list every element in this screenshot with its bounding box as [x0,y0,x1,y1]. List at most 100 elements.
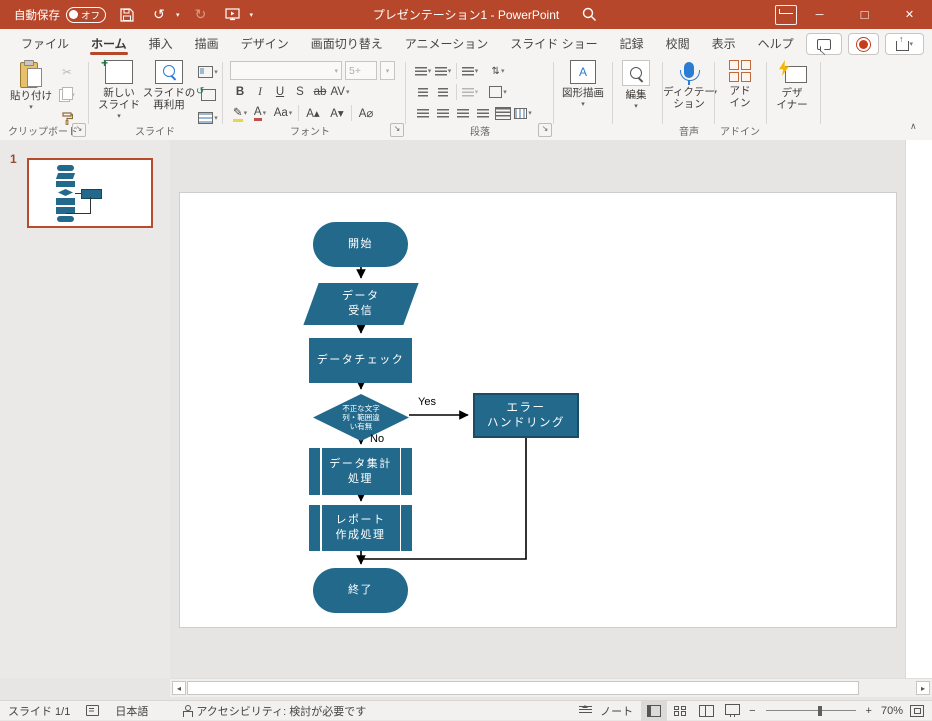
slide-layout-button[interactable]: ▾ [198,63,218,81]
tab-insert[interactable]: 挿入 [138,29,184,57]
change-case-button[interactable]: Aa▾ [270,104,296,122]
tab-transitions[interactable]: 画面切り替え [300,29,394,57]
decrease-font-size-button[interactable]: A▾ [325,104,349,122]
fit-to-window-button[interactable] [908,701,932,721]
tab-view[interactable]: 表示 [701,29,747,57]
tab-home[interactable]: ホーム [80,29,138,57]
font-name-combobox: ▾ [230,61,342,80]
slideshow-view-button[interactable] [719,701,745,721]
text-direction-button[interactable]: ⇅▾ [488,62,508,80]
highlighter-button[interactable]: ✎▾ [230,104,250,122]
slides-group-label: スライド [100,123,210,138]
save-icon[interactable] [116,5,138,25]
slide-canvas[interactable]: 開始 データ 受信 データチェック 不正な文字 列・範囲違 い有無 エラー ハン… [180,193,896,627]
align-center-button[interactable] [433,104,453,122]
character-spacing-button[interactable]: AV▾ [330,83,350,101]
align-text-button[interactable]: ▾ [488,83,508,101]
bold-button[interactable]: B [230,83,250,101]
autosave-toggle[interactable]: 自動保存 オフ [14,7,106,23]
normal-view-button[interactable] [641,701,667,721]
paragraph-dialog-launcher[interactable]: ↘ [538,123,552,137]
search-icon[interactable] [582,7,597,25]
tab-draw[interactable]: 描画 [184,29,230,57]
numbering-button[interactable]: ▾ [433,62,453,80]
close-button[interactable]: ✕ [887,0,932,29]
tab-record[interactable]: 記録 [609,29,655,57]
slide-thumbnail[interactable] [27,158,153,228]
display-settings-button[interactable] [78,701,107,721]
zoom-slider[interactable] [766,710,856,712]
quick-access-chevron-icon[interactable]: ▾ [250,11,254,19]
underline-button[interactable]: U [270,83,290,101]
shape-drawing-button[interactable]: A 図形描画 ▾ [557,60,609,108]
flowchart-error-node[interactable]: エラー ハンドリング [473,393,579,438]
ribbon-display-options-icon[interactable] [775,5,797,25]
tab-animations[interactable]: アニメーション [394,29,500,57]
dictation-button[interactable]: ディクテー ション ▾ [663,60,715,110]
addins-button[interactable]: アド イン [716,60,764,109]
reuse-slides-button[interactable]: スライドの 再利用 [140,60,198,111]
undo-chevron-icon[interactable]: ▾ [176,11,180,19]
designer-button[interactable]: デザ イナー [768,60,816,111]
scroll-left-button[interactable]: ◂ [172,681,186,695]
zoom-slider-handle[interactable] [818,706,822,716]
convert-to-smartart-button[interactable]: ▾ [513,104,533,122]
flowchart-report-node[interactable]: レポート 作成処理 [309,505,412,551]
line-spacing-button[interactable]: ▾ [460,62,480,80]
accessibility-checker[interactable]: アクセシビリティ: 検討が必要です [174,701,374,721]
font-size-chevron: ▾ [380,61,395,80]
flowchart-aggregate-node[interactable]: データ集計 処理 [309,448,412,495]
minimize-button[interactable]: ─ [797,0,842,29]
editing-button[interactable]: 編集 ▾ [613,60,659,110]
paste-button[interactable]: 貼り付け ▾ [5,60,57,111]
horizontal-scrollbar[interactable]: ◂ ▸ [170,678,932,697]
increase-indent-button[interactable] [433,83,453,101]
flowchart-start-node[interactable]: 開始 [313,222,408,267]
zoom-out-button[interactable]: − [745,701,759,721]
start-slideshow-icon[interactable] [222,5,244,25]
zoom-level[interactable]: 70% [876,701,908,721]
text-shadow-button[interactable]: S [290,83,310,101]
record-button[interactable] [848,33,879,55]
autosave-toggle-pill[interactable]: オフ [66,7,106,23]
maximize-button[interactable]: □ [842,0,887,29]
reading-view-button[interactable] [693,701,719,721]
font-dialog-launcher[interactable]: ↘ [390,123,404,137]
flowchart-receive-node[interactable]: データ 受信 [303,283,418,325]
microphone-icon [684,62,694,78]
horizontal-scrollbar-thumb[interactable] [187,681,859,695]
strikethrough-button[interactable]: ab [310,83,330,101]
vertical-scrollbar[interactable] [905,140,932,678]
font-color-button[interactable]: A▾ [250,104,270,122]
clipboard-dialog-launcher[interactable]: ↘ [72,123,86,137]
new-slide-chevron-icon: ▾ [117,112,121,120]
undo-button[interactable]: ↺ [148,5,170,25]
italic-button[interactable]: I [250,83,270,101]
collapse-ribbon-button[interactable]: ∧ [910,121,917,132]
slide-sorter-view-button[interactable] [667,701,693,721]
tab-review[interactable]: 校閲 [655,29,701,57]
justify-button[interactable] [473,104,493,122]
tab-help[interactable]: ヘルプ [747,29,805,57]
flowchart-end-node[interactable]: 終了 [313,568,408,613]
tab-slideshow[interactable]: スライド ショー [499,29,608,57]
align-left-button[interactable] [413,104,433,122]
notes-button[interactable]: ノート [571,701,641,721]
clear-formatting-button[interactable]: A⌀ [354,104,378,122]
new-slide-button[interactable]: + 新しい スライド ▾ [93,60,145,120]
flowchart-check-node[interactable]: データチェック [309,338,412,383]
distribute-button[interactable] [493,104,513,122]
decrease-indent-button[interactable] [413,83,433,101]
comments-button[interactable] [806,33,842,55]
tab-file[interactable]: ファイル [10,29,80,57]
language-indicator[interactable]: 日本語 [107,701,156,721]
bullets-button[interactable]: ▾ [413,62,433,80]
align-right-button[interactable] [453,104,473,122]
increase-font-size-button[interactable]: A▴ [301,104,325,122]
reset-slide-button[interactable]: ↺ [198,86,218,104]
share-button[interactable]: ▾ [885,33,924,55]
scroll-right-button[interactable]: ▸ [916,681,930,695]
zoom-in-button[interactable]: + [862,701,876,721]
font-group-label: フォント [270,123,350,138]
tab-design[interactable]: デザイン [230,29,300,57]
